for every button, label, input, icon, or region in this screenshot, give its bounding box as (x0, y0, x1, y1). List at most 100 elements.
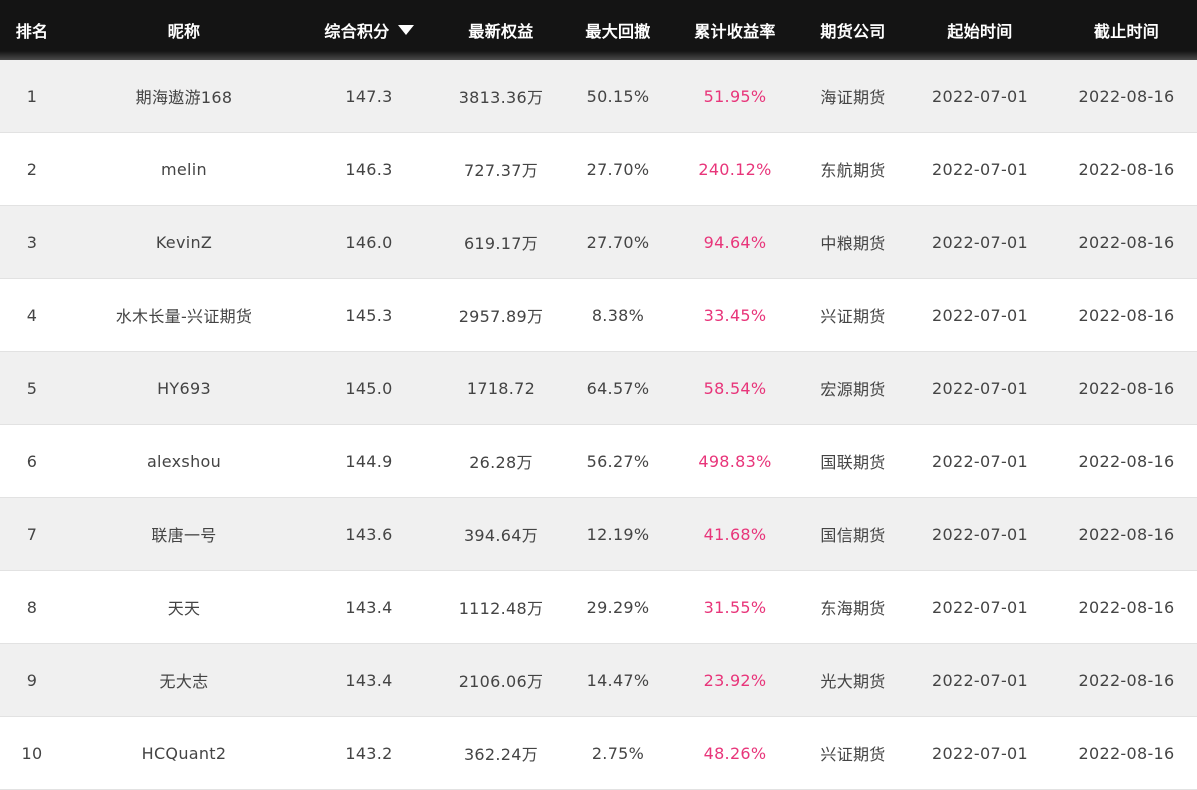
equity-cell: 3813.36万 (458, 88, 544, 107)
table-header: 排名 昵称 综合积分 最新权益 最大回撤 累计收益率 期货公司 起始时间 截止时… (0, 0, 1197, 60)
rank-cell: 5 (26, 378, 38, 398)
nickname-link[interactable]: HY693 (64, 352, 304, 424)
company-cell: 国联期货 (820, 453, 886, 472)
rank-cell: 1 (26, 86, 38, 106)
nickname-link[interactable]: 期海遨游168 (64, 60, 304, 132)
end-date-cell: 2022-08-16 (1078, 232, 1175, 252)
header-company: 期货公司 (820, 22, 886, 41)
header-nickname: 昵称 (167, 22, 201, 41)
nickname-link[interactable]: KevinZ (64, 206, 304, 278)
rank-cell: 7 (26, 524, 38, 544)
return-cell: 498.83% (698, 451, 772, 471)
drawdown-cell: 56.27% (586, 451, 650, 471)
table-row: 5 HY693 145.0 1718.72 64.57% 58.54% 宏源期货 2022-0… (0, 352, 1197, 425)
start-date-cell: 2022-07-01 (932, 743, 1028, 763)
return-cell: 240.12% (698, 159, 772, 179)
end-date-cell: 2022-08-16 (1078, 378, 1175, 398)
return-cell: 51.95% (703, 86, 767, 106)
rank-cell: 9 (26, 670, 38, 690)
start-date-cell: 2022-07-01 (932, 451, 1028, 471)
start-date-cell: 2022-07-01 (932, 597, 1028, 617)
end-date-cell: 2022-08-16 (1078, 86, 1175, 106)
start-date-cell: 2022-07-01 (932, 670, 1028, 690)
drawdown-cell: 12.19% (586, 524, 650, 544)
equity-cell: 619.17万 (463, 234, 539, 253)
company-cell: 兴证期货 (820, 745, 886, 764)
nickname-link[interactable]: melin (64, 133, 304, 205)
end-date-cell: 2022-08-16 (1078, 597, 1175, 617)
drawdown-cell: 8.38% (591, 305, 645, 325)
equity-cell: 362.24万 (463, 745, 539, 764)
table-row: 8 天天 143.4 1112.48万 29.29% 31.55% 东海期货 2022-07-… (0, 571, 1197, 644)
rank-cell: 6 (26, 451, 38, 471)
start-date-cell: 2022-07-01 (932, 305, 1028, 325)
company-cell: 兴证期货 (820, 307, 886, 326)
score-cell: 146.3 (345, 159, 393, 179)
nickname-link[interactable]: HCQuant2 (64, 717, 304, 789)
score-cell: 146.0 (345, 232, 393, 252)
company-cell: 国信期货 (820, 526, 886, 545)
nickname-link[interactable]: alexshou (64, 425, 304, 497)
start-date-cell: 2022-07-01 (932, 378, 1028, 398)
header-equity: 最新权益 (468, 22, 534, 41)
table-row: 3 KevinZ 146.0 619.17万 27.70% 94.64% 中粮期货 2022-… (0, 206, 1197, 279)
header-rank: 排名 (15, 22, 49, 41)
table-row: 9 无大志 143.4 2106.06万 14.47% 23.92% 光大期货 2022-07… (0, 644, 1197, 717)
return-cell: 23.92% (703, 670, 767, 690)
score-cell: 143.4 (345, 670, 393, 690)
score-cell: 143.4 (345, 597, 393, 617)
return-cell: 48.26% (703, 743, 767, 763)
nickname-link[interactable]: 天天 (64, 571, 304, 643)
header-score-sort[interactable]: 综合积分 (304, 0, 434, 60)
table-row: 4 水木长量-兴证期货 145.3 2957.89万 8.38% 33.45% 兴证期货 20… (0, 279, 1197, 352)
company-cell: 中粮期货 (820, 234, 886, 253)
end-date-cell: 2022-08-16 (1078, 305, 1175, 325)
nickname-link[interactable]: 无大志 (64, 644, 304, 716)
end-date-cell: 2022-08-16 (1078, 524, 1175, 544)
rank-cell: 8 (26, 597, 38, 617)
table-row: 7 联唐一号 143.6 394.64万 12.19% 41.68% 国信期货 2022-07… (0, 498, 1197, 571)
start-date-cell: 2022-07-01 (932, 86, 1028, 106)
ranking-table: 排名 昵称 综合积分 最新权益 最大回撤 累计收益率 期货公司 起始时间 截止时… (0, 0, 1197, 790)
equity-cell: 1112.48万 (458, 599, 544, 618)
drawdown-cell: 29.29% (586, 597, 650, 617)
drawdown-cell: 2.75% (591, 743, 645, 763)
end-date-cell: 2022-08-16 (1078, 451, 1175, 471)
score-cell: 145.3 (345, 305, 393, 325)
drawdown-cell: 27.70% (586, 159, 650, 179)
equity-cell: 2957.89万 (458, 307, 544, 326)
score-cell: 143.2 (345, 743, 393, 763)
return-cell: 31.55% (703, 597, 767, 617)
header-score-label: 综合积分 (324, 22, 390, 41)
table-row: 2 melin 146.3 727.37万 27.70% 240.12% 东航期货 2022-… (0, 133, 1197, 206)
header-return: 累计收益率 (694, 22, 776, 41)
equity-cell: 727.37万 (463, 161, 539, 180)
start-date-cell: 2022-07-01 (932, 524, 1028, 544)
header-drawdown: 最大回撤 (585, 22, 651, 41)
start-date-cell: 2022-07-01 (932, 159, 1028, 179)
company-cell: 东海期货 (820, 599, 886, 618)
return-cell: 58.54% (703, 378, 767, 398)
table-body: 1 期海遨游168 147.3 3813.36万 50.15% 51.95% 海证期货 202… (0, 60, 1197, 790)
table-row: 10 HCQuant2 143.2 362.24万 2.75% 48.26% 兴证期货 202… (0, 717, 1197, 790)
company-cell: 宏源期货 (820, 380, 886, 399)
equity-cell: 26.28万 (469, 453, 533, 472)
drawdown-cell: 14.47% (586, 670, 650, 690)
table-row: 1 期海遨游168 147.3 3813.36万 50.15% 51.95% 海证期货 202… (0, 60, 1197, 133)
rank-cell: 3 (26, 232, 38, 252)
rank-cell: 4 (26, 305, 38, 325)
nickname-link[interactable]: 联唐一号 (64, 498, 304, 570)
company-cell: 海证期货 (820, 88, 886, 107)
company-cell: 东航期货 (820, 161, 886, 180)
score-cell: 147.3 (345, 86, 393, 106)
score-cell: 145.0 (345, 378, 393, 398)
equity-cell: 1718.72 (466, 378, 536, 398)
drawdown-cell: 64.57% (586, 378, 650, 398)
nickname-link[interactable]: 水木长量-兴证期货 (64, 279, 304, 351)
drawdown-cell: 27.70% (586, 232, 650, 252)
header-end: 截止时间 (1093, 22, 1160, 41)
end-date-cell: 2022-08-16 (1078, 743, 1175, 763)
equity-cell: 2106.06万 (458, 672, 544, 691)
score-cell: 143.6 (345, 524, 393, 544)
rank-cell: 2 (26, 159, 38, 179)
